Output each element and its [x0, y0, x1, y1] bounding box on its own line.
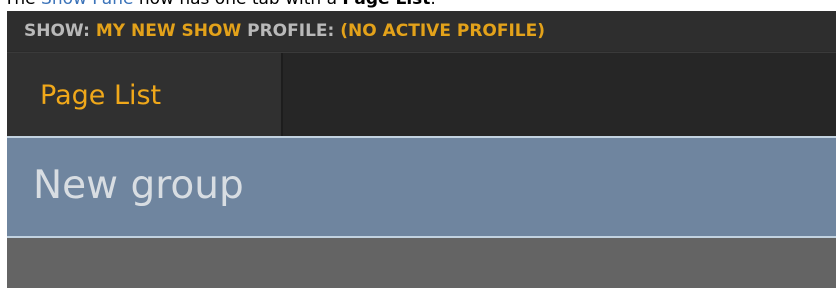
profile-label: PROFILE:: [241, 21, 341, 41]
show-status-bar: SHOW: MY NEW SHOW PROFILE: (NO ACTIVE PR…: [7, 11, 836, 51]
page-group-row[interactable]: New group: [7, 136, 836, 238]
caption-prefix: The: [4, 0, 41, 9]
tab-page-list[interactable]: Page List: [7, 53, 283, 136]
caption-suffix: .: [430, 0, 435, 9]
doc-caption: The Show Pane now has one tab with a Pag…: [0, 0, 836, 11]
show-pane-link[interactable]: Show Pane: [41, 0, 133, 9]
tab-bar: Page List: [7, 52, 836, 136]
caption-bold: Page List: [342, 0, 430, 9]
page-list-empty-area[interactable]: [7, 238, 836, 288]
show-name: MY NEW SHOW: [95, 21, 242, 41]
show-pane: SHOW: MY NEW SHOW PROFILE: (NO ACTIVE PR…: [7, 11, 836, 288]
caption-middle: now has one tab with a: [133, 0, 342, 9]
profile-value: (NO ACTIVE PROFILE): [340, 21, 546, 41]
show-label: SHOW:: [24, 21, 96, 41]
